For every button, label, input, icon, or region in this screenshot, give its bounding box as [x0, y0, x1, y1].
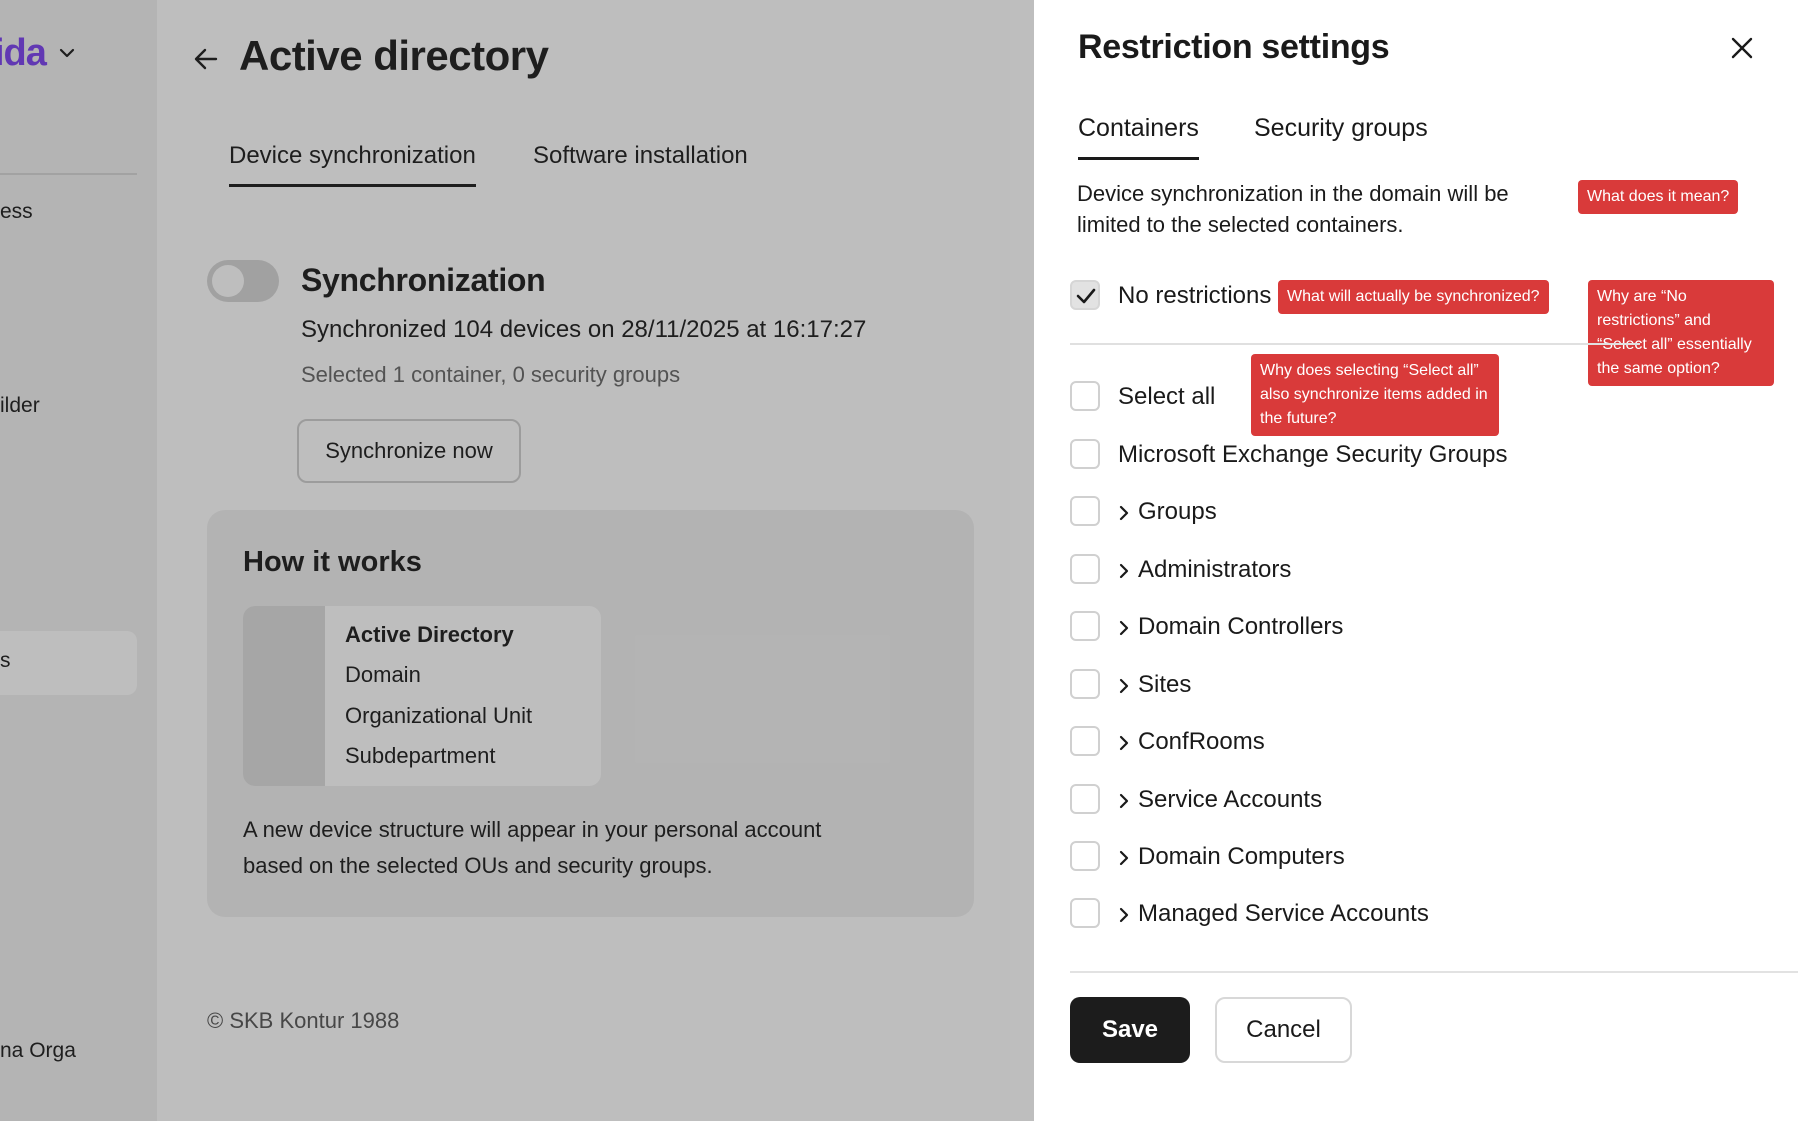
no-restrictions-checkbox[interactable]: [1070, 280, 1100, 310]
no-restrictions-label: No restrictions: [1118, 282, 1272, 309]
container-checkbox[interactable]: [1070, 439, 1100, 469]
modal-backdrop[interactable]: [0, 0, 1034, 1121]
chevron-right-icon[interactable]: [1117, 562, 1131, 580]
container-label: Managed Service Accounts: [1138, 900, 1429, 927]
chevron-right-icon[interactable]: [1117, 619, 1131, 637]
chevron-right-icon[interactable]: [1117, 906, 1131, 924]
container-label: Administrators: [1138, 556, 1292, 583]
close-icon[interactable]: [1728, 34, 1756, 62]
chevron-right-icon[interactable]: [1117, 792, 1131, 810]
container-checkbox[interactable]: [1070, 496, 1100, 526]
container-label: Domain Computers: [1138, 843, 1345, 870]
annotation-same-option: Why are “No restrictions” and “Select al…: [1588, 280, 1774, 386]
chevron-right-icon[interactable]: [1117, 504, 1131, 522]
container-checkbox[interactable]: [1070, 784, 1100, 814]
container-checkbox[interactable]: [1070, 611, 1100, 641]
container-checkbox[interactable]: [1070, 554, 1100, 584]
divider: [1070, 343, 1640, 345]
container-label: Sites: [1138, 671, 1192, 698]
container-checkbox[interactable]: [1070, 669, 1100, 699]
panel-description: Device synchronization in the domain wil…: [1077, 181, 1509, 237]
panel-title: Restriction settings: [1078, 28, 1390, 66]
container-label: ConfRooms: [1138, 728, 1265, 755]
container-label: Microsoft Exchange Security Groups: [1118, 441, 1508, 468]
container-label: Domain Controllers: [1138, 613, 1344, 640]
cancel-button[interactable]: Cancel: [1215, 997, 1352, 1063]
restriction-settings-panel: Restriction settings Containers Security…: [1034, 0, 1800, 1121]
annotation-meaning: What does it mean?: [1578, 180, 1739, 214]
chevron-right-icon[interactable]: [1117, 849, 1131, 867]
container-label: Service Accounts: [1138, 786, 1323, 813]
container-checkbox[interactable]: [1070, 898, 1100, 928]
container-checkbox[interactable]: [1070, 841, 1100, 871]
save-button[interactable]: Save: [1070, 997, 1190, 1063]
chevron-right-icon[interactable]: [1117, 677, 1131, 695]
checkmark-icon: [1076, 288, 1096, 304]
annotation-future-items: Why does selecting “Select all” also syn…: [1251, 354, 1499, 436]
tab-security-groups[interactable]: Security groups: [1254, 114, 1428, 157]
select-all-label: Select all: [1118, 383, 1216, 410]
container-label: Groups: [1138, 498, 1217, 525]
container-checkbox[interactable]: [1070, 726, 1100, 756]
tab-containers[interactable]: Containers: [1078, 114, 1199, 160]
chevron-right-icon[interactable]: [1117, 734, 1131, 752]
select-all-checkbox[interactable]: [1070, 381, 1100, 411]
annotation-what-synced: What will actually be synchronized?: [1278, 280, 1549, 314]
footer-divider: [1070, 971, 1798, 973]
